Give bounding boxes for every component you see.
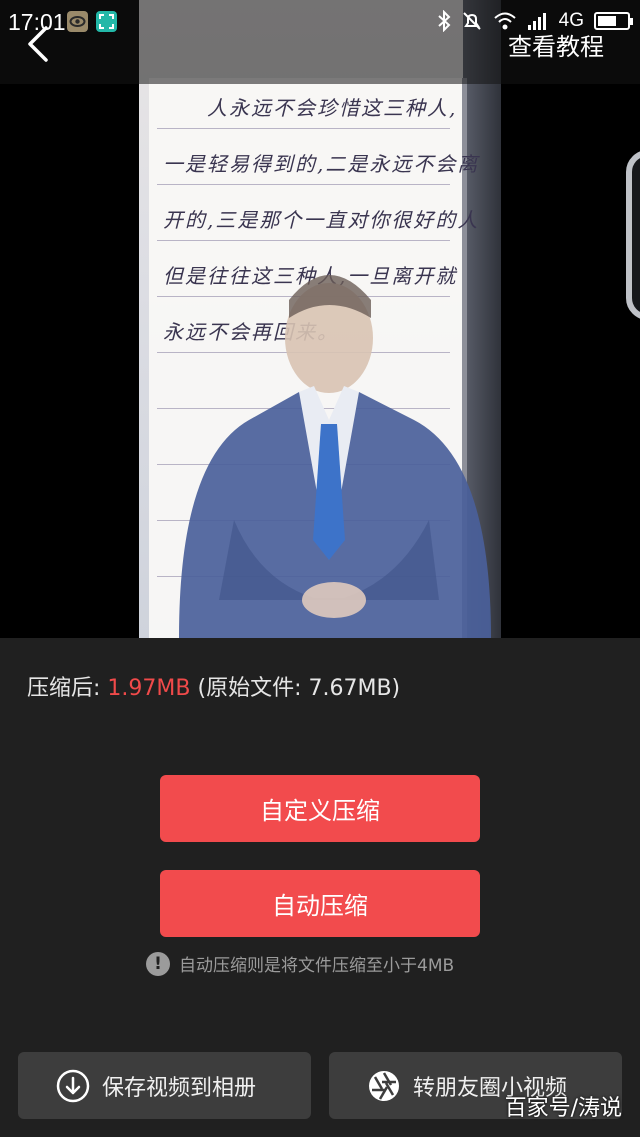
- auto-compress-button[interactable]: 自动压缩: [160, 870, 480, 937]
- bluetooth-icon: [437, 10, 451, 32]
- auto-compress-note: ! 自动压缩则是将文件压缩至小于4MB: [146, 951, 454, 976]
- chevron-left-icon: [28, 26, 48, 62]
- back-button[interactable]: [20, 22, 60, 66]
- note-text: 自动压缩则是将文件压缩至小于4MB: [179, 956, 455, 976]
- save-label: 保存视频到相册: [102, 1075, 257, 1101]
- battery-fill: [598, 16, 616, 26]
- side-device: [626, 150, 640, 320]
- exclamation-icon: !: [146, 951, 170, 976]
- after-size: 1.97MB: [107, 676, 191, 701]
- custom-compress-button[interactable]: 自定义压缩: [160, 775, 480, 842]
- save-to-album-button[interactable]: 保存视频到相册: [18, 1052, 311, 1119]
- mute-bell-icon: [462, 12, 481, 30]
- scan-app-icon: [96, 11, 117, 32]
- compression-size-info: 压缩后: 1.97MB (原始文件: 7.67MB): [27, 670, 400, 702]
- camera-shutter-icon: [369, 1070, 399, 1101]
- eye-app-icon: [67, 11, 88, 32]
- after-label: 压缩后:: [27, 676, 101, 701]
- view-tutorial-link[interactable]: 查看教程: [508, 27, 604, 62]
- video-preview[interactable]: 人永远不会珍惜这三种人, 一是轻易得到的,二是永远不会离 开的,三是那个一直对你…: [0, 0, 640, 638]
- watermark: 百家号/涛说: [504, 1096, 622, 1121]
- person-in-suit: [179, 275, 491, 638]
- original-size: (原始文件: 7.67MB): [197, 676, 401, 701]
- video-frame: 人永远不会珍惜这三种人, 一是轻易得到的,二是永远不会离 开的,三是那个一直对你…: [139, 0, 501, 638]
- download-icon: [56, 1069, 90, 1102]
